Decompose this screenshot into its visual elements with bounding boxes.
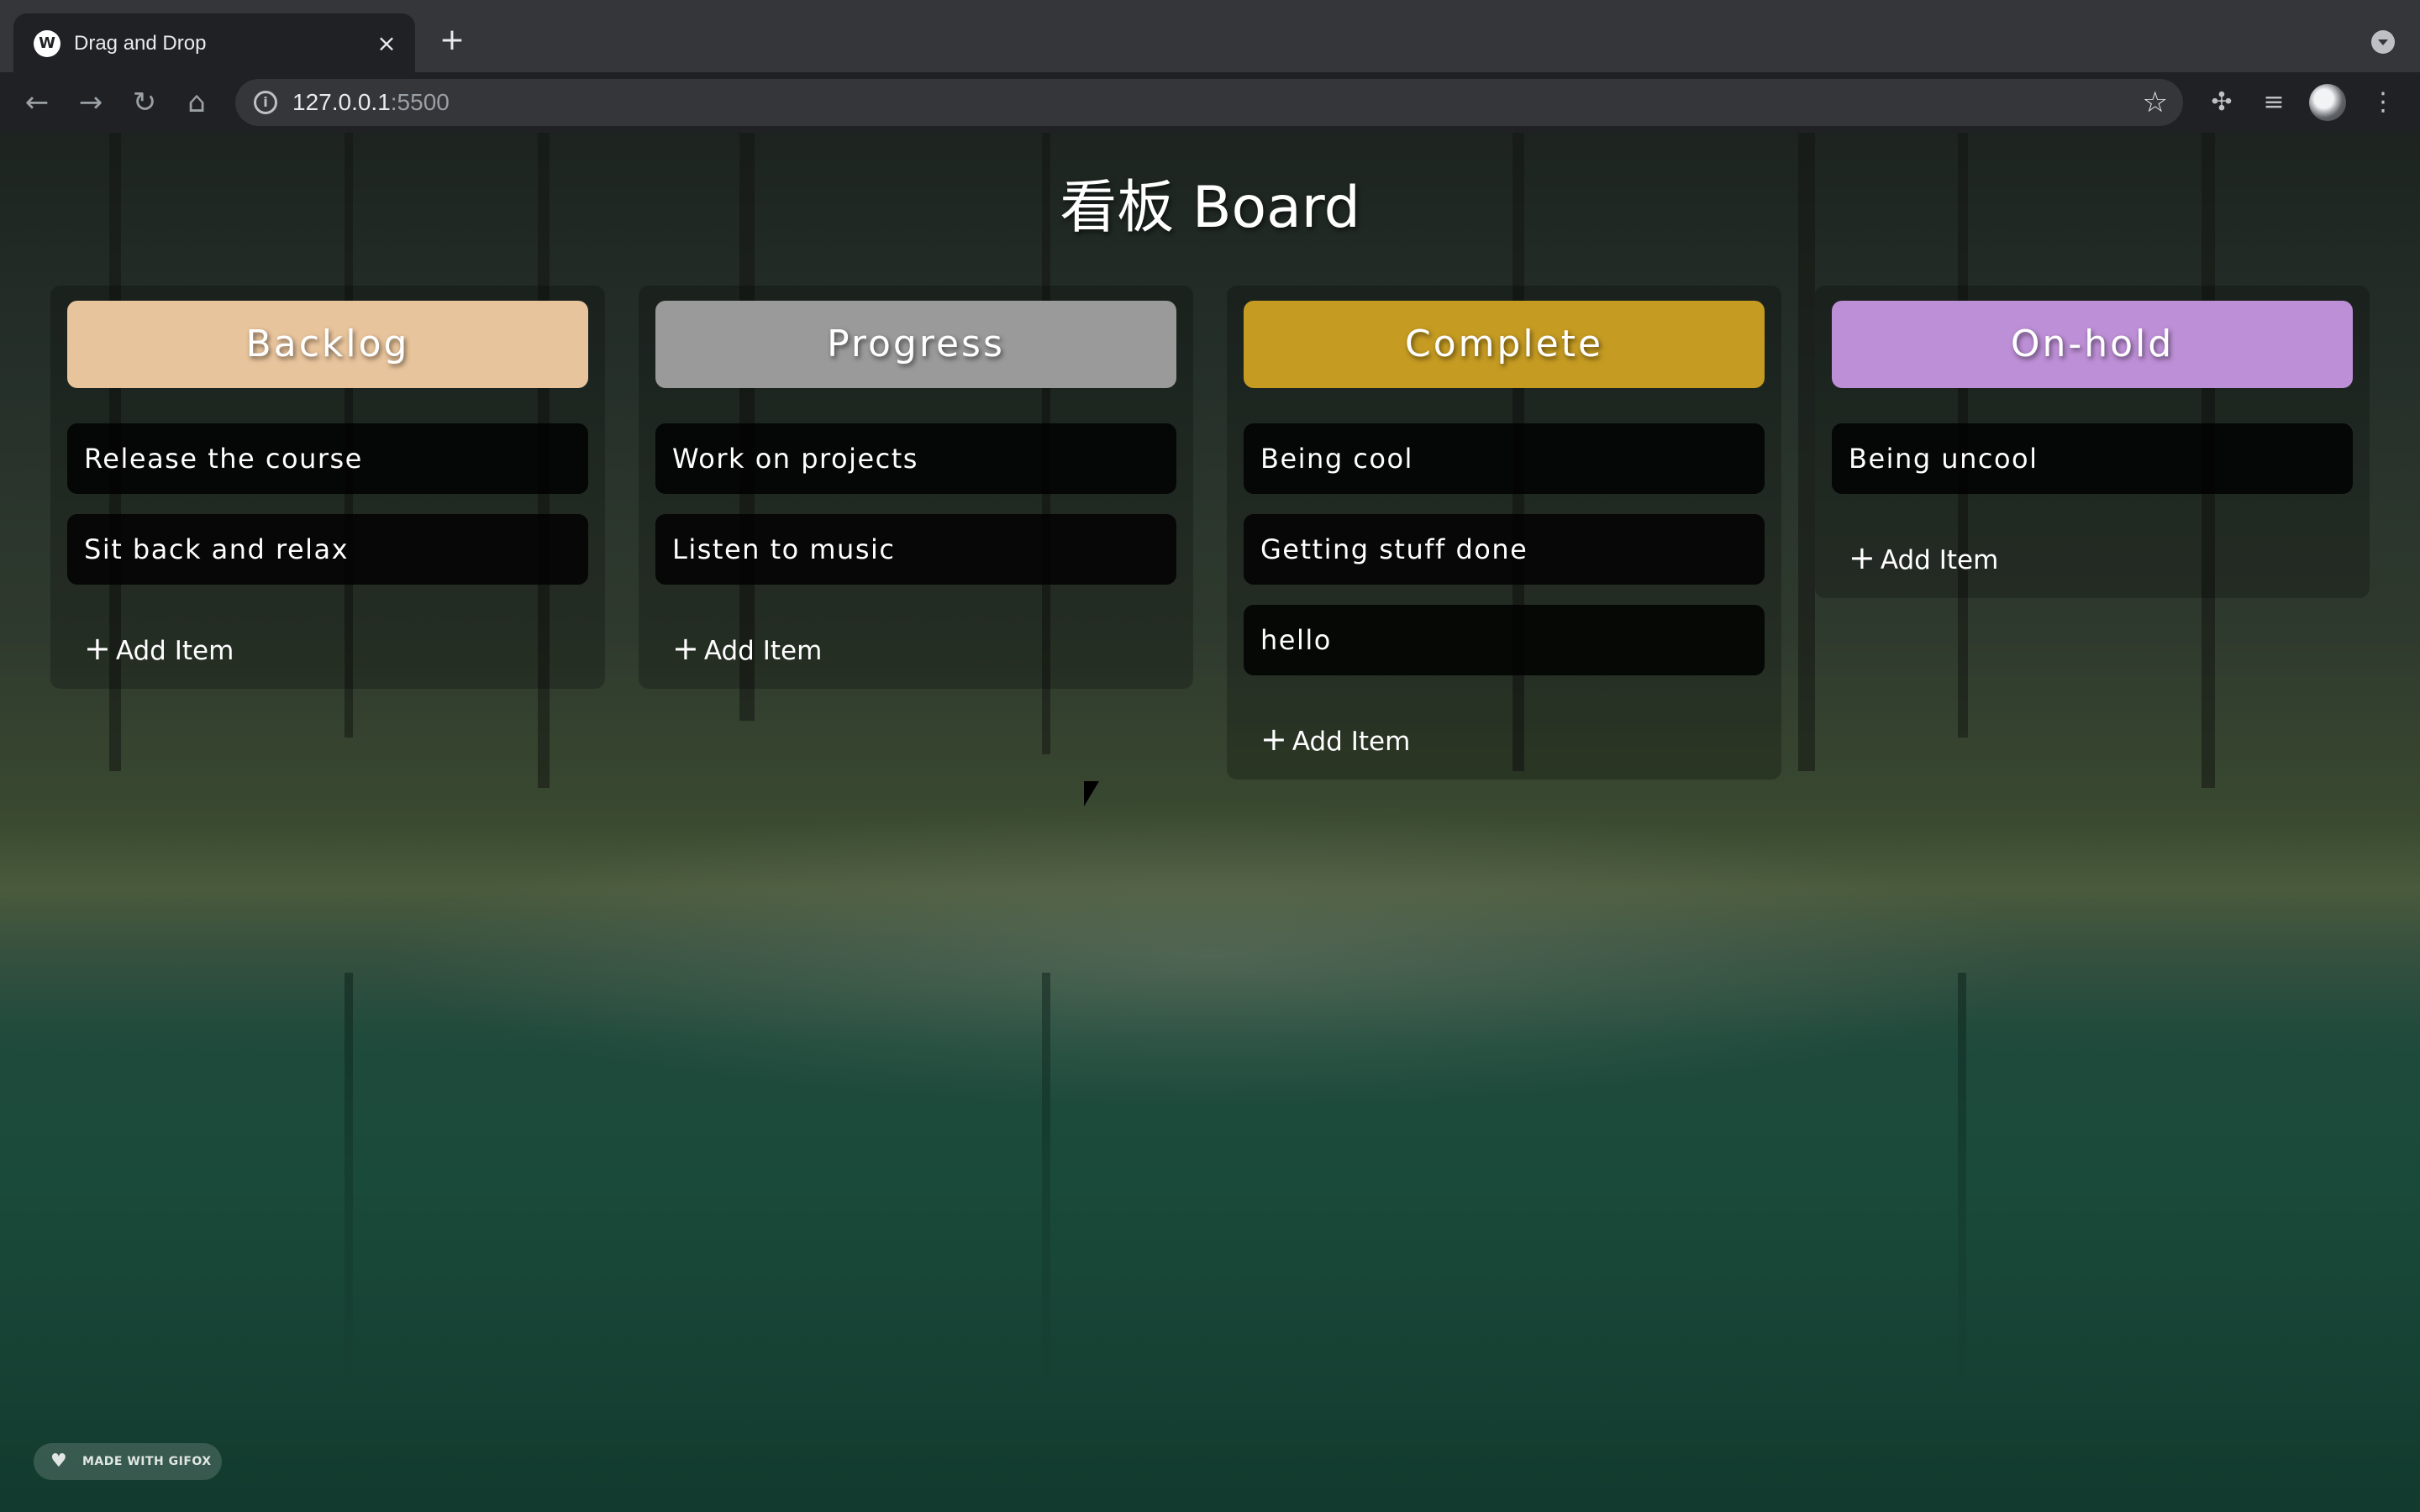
add-item-button[interactable]: + Add Item <box>1244 716 1765 763</box>
close-tab-icon[interactable]: × <box>371 29 402 59</box>
page-viewport: 看板 Board Backlog Release the course Sit ba… <box>0 133 2420 1512</box>
kanban-card[interactable]: Listen to music <box>655 514 1176 585</box>
column-complete: Complete Being cool Getting stuff done hell… <box>1227 286 1781 780</box>
plus-icon: + <box>1260 721 1287 758</box>
column-header: On-hold <box>1832 301 2353 388</box>
home-icon[interactable]: ⌂ <box>178 84 215 121</box>
add-item-label: Add Item <box>1880 545 1999 575</box>
tab-search-icon[interactable] <box>2371 30 2395 54</box>
bookmark-star-icon[interactable]: ☆ <box>2143 86 2168 119</box>
address-bar[interactable]: i 127.0.0.1:5500 ☆ <box>235 79 2183 126</box>
browser-tab[interactable]: W Drag and Drop × <box>13 13 415 72</box>
column-header: Progress <box>655 301 1176 388</box>
column-header: Complete <box>1244 301 1765 388</box>
profile-avatar[interactable] <box>2309 84 2346 121</box>
extensions-puzzle-icon[interactable]: ✣ <box>2203 84 2240 121</box>
forward-icon[interactable]: → <box>72 84 109 121</box>
reload-icon[interactable]: ↻ <box>126 84 163 121</box>
back-icon[interactable]: ← <box>18 84 55 121</box>
tab-title: Drag and Drop <box>74 32 207 55</box>
url-port: :5500 <box>390 89 450 115</box>
url-text: 127.0.0.1:5500 <box>292 89 450 116</box>
browser-toolbar: ← → ↻ ⌂ i 127.0.0.1:5500 ☆ ✣ ≡ ⋮ <box>0 72 2420 133</box>
kanban-card[interactable]: Getting stuff done <box>1244 514 1765 585</box>
watermark-text: MADE WITH GIFOX <box>82 1455 212 1468</box>
add-item-button[interactable]: + Add Item <box>655 625 1176 672</box>
column-progress: Progress Work on projects Listen to music +… <box>639 286 1193 689</box>
url-host: 127.0.0.1 <box>292 89 391 115</box>
add-item-button[interactable]: + Add Item <box>67 625 588 672</box>
kanban-card[interactable]: Being cool <box>1244 423 1765 494</box>
add-item-label: Add Item <box>115 636 234 666</box>
plus-icon: + <box>672 630 699 667</box>
gifox-watermark: ♥ MADE WITH GIFOX <box>34 1443 222 1480</box>
water-reflection <box>1958 973 1966 1393</box>
plus-icon: + <box>84 630 111 667</box>
kanban-card[interactable]: Work on projects <box>655 423 1176 494</box>
column-backlog: Backlog Release the course Sit back and re… <box>50 286 605 689</box>
kanban-card[interactable]: hello <box>1244 605 1765 675</box>
board-title: 看板 Board <box>1060 175 1360 241</box>
mouse-cursor-icon <box>1084 781 1099 806</box>
media-playlist-icon[interactable]: ≡ <box>2255 84 2292 121</box>
column-on-hold: On-hold Being uncool + Add Item <box>1815 286 2370 598</box>
fox-icon: ♥ <box>50 1451 68 1472</box>
plus-icon: + <box>1849 539 1876 576</box>
kanban-card[interactable]: Release the course <box>67 423 588 494</box>
kanban-card[interactable]: Sit back and relax <box>67 514 588 585</box>
site-favicon-icon: W <box>34 30 60 57</box>
add-item-button[interactable]: + Add Item <box>1832 534 2353 581</box>
add-item-label: Add Item <box>703 636 823 666</box>
water-reflection <box>345 973 353 1393</box>
column-header: Backlog <box>67 301 588 388</box>
water-reflection <box>1042 973 1050 1393</box>
site-info-icon[interactable]: i <box>254 91 277 114</box>
add-item-label: Add Item <box>1292 727 1411 757</box>
more-vert-icon[interactable]: ⋮ <box>2365 84 2402 121</box>
kanban-card[interactable]: Being uncool <box>1832 423 2353 494</box>
browser-tab-strip: W Drag and Drop × + <box>0 0 2420 72</box>
new-tab-button[interactable]: + <box>435 24 469 57</box>
